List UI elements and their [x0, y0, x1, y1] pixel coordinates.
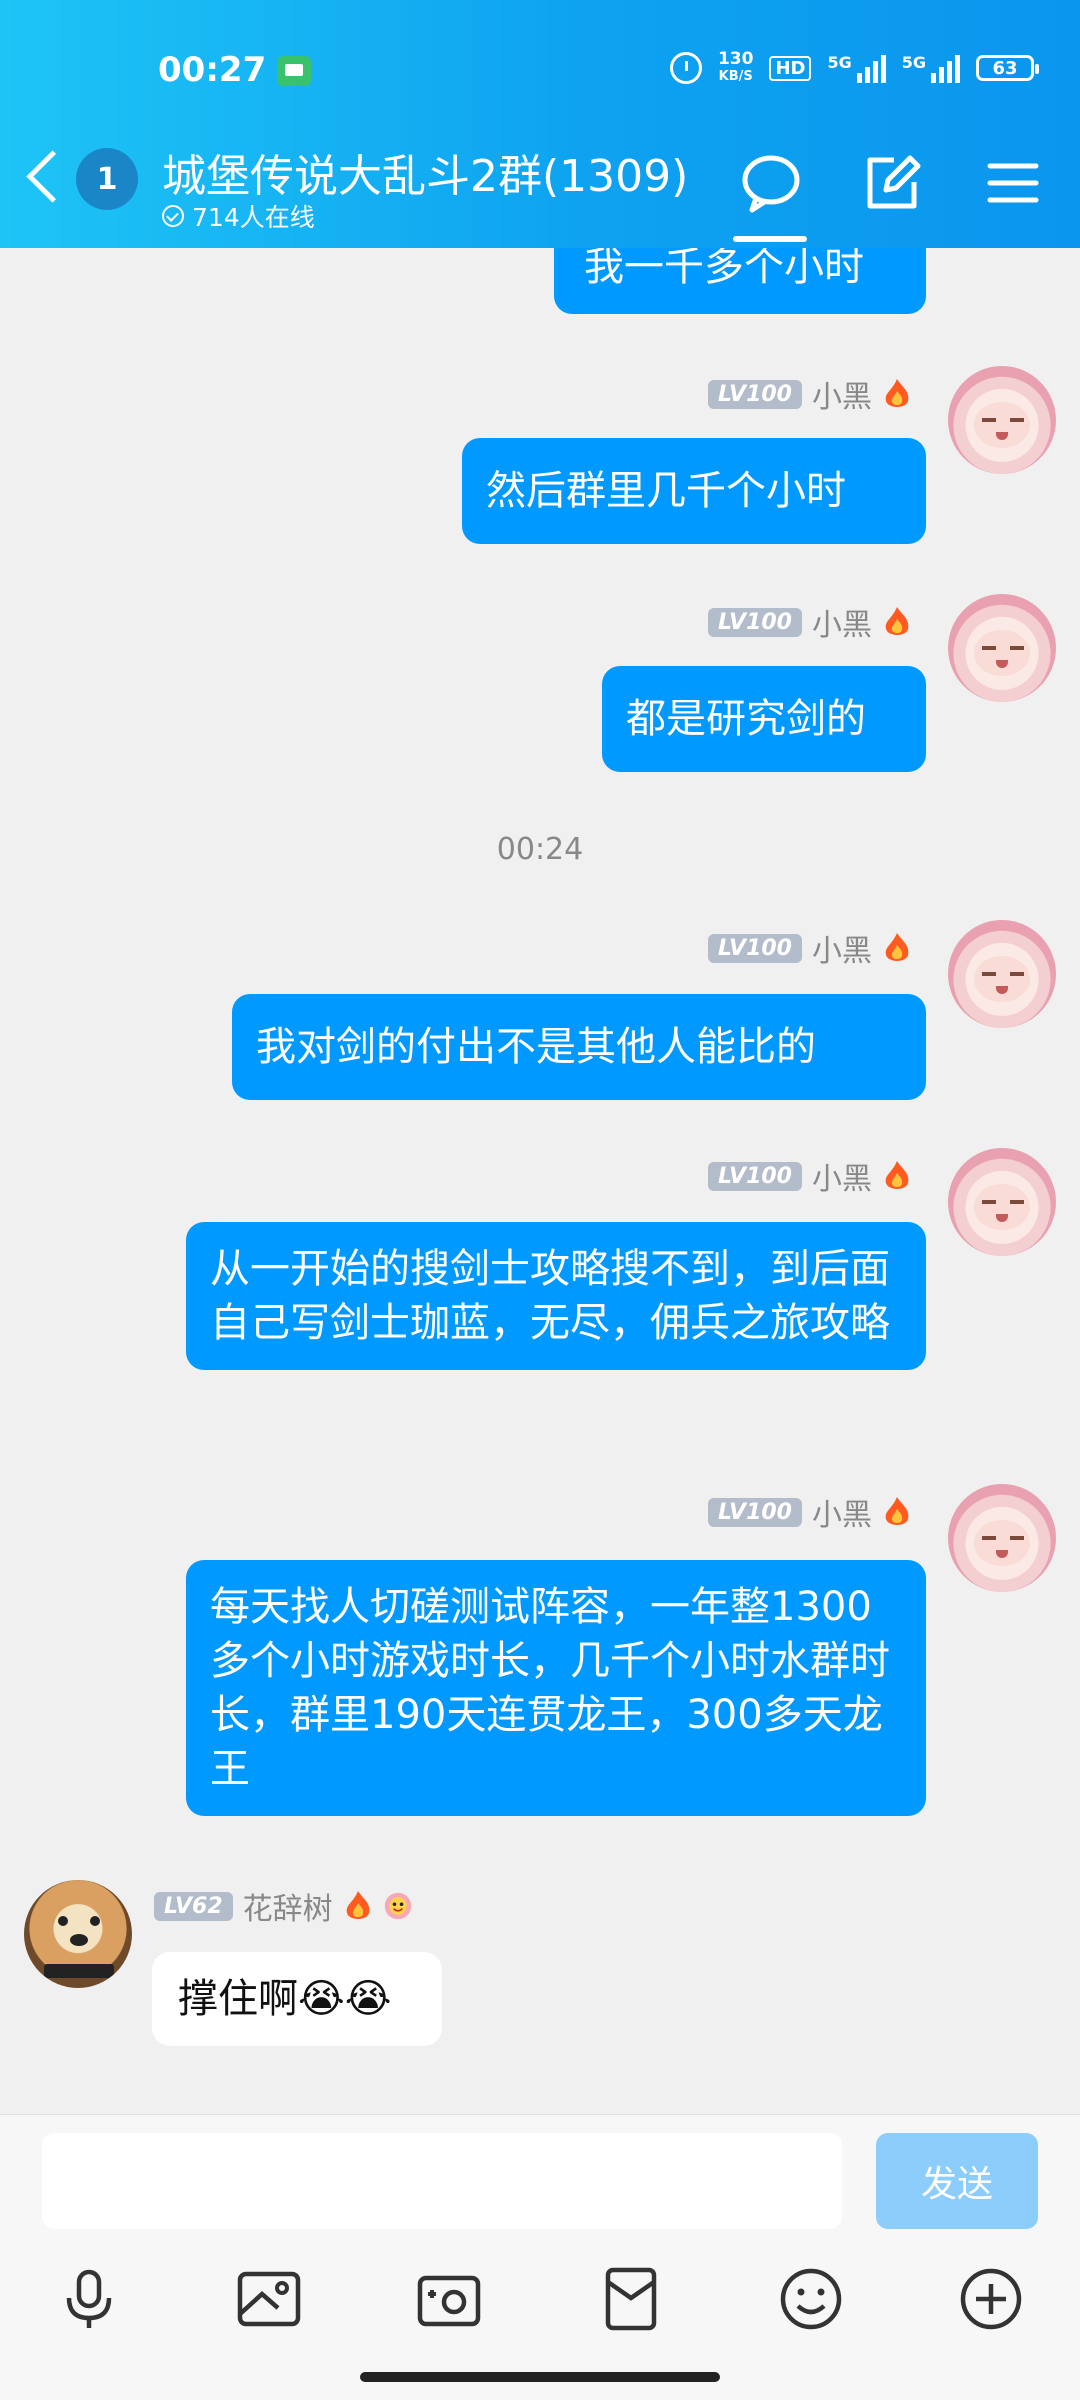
- level-badge: LV62: [154, 1891, 233, 1921]
- message-text: 从一开始的搜剑士攻略搜不到，到后面自己写剑士珈蓝，无尽，佣兵之旅攻略: [210, 1246, 890, 1346]
- message-bubble[interactable]: 从一开始的搜剑士攻略搜不到，到后面自己写剑士珈蓝，无尽，佣兵之旅攻略: [186, 1222, 926, 1370]
- hd-icon: HD: [769, 55, 812, 81]
- online-text: 714人在线: [192, 203, 315, 232]
- message-bubble[interactable]: 我一千多个小时: [554, 248, 926, 314]
- menu-icon[interactable]: [978, 148, 1048, 218]
- online-check-icon: [162, 205, 184, 227]
- signal-icon-1: 5G: [827, 53, 886, 83]
- fire-icon: [885, 1161, 909, 1189]
- message-timestamp: 00:24: [496, 832, 584, 867]
- sender-row: LV100 小黑: [708, 600, 912, 644]
- image-icon[interactable]: [234, 2264, 304, 2334]
- message-bubble[interactable]: 每天找人切磋测试阵容，一年整1300多个小时游戏时长，几千个小时水群时长，群里1…: [186, 1560, 926, 1816]
- level-badge: LV100: [708, 607, 802, 637]
- sender-row: LV100 小黑: [708, 372, 912, 416]
- mic-icon[interactable]: [54, 2264, 124, 2334]
- chat-header: 00:27 130 KB/S HD 5G 5G 63 1 城堡传说大乱斗2群(1…: [0, 0, 1080, 248]
- fire-icon: [885, 607, 909, 635]
- net-speed: 130 KB/S: [718, 50, 754, 86]
- chat-icon[interactable]: [736, 148, 806, 218]
- signal-label: 5G: [901, 53, 926, 72]
- avatar[interactable]: [948, 366, 1056, 474]
- sender-name[interactable]: 花辞树: [243, 1884, 333, 1928]
- level-badge: LV100: [708, 1497, 802, 1527]
- alarm-icon: [669, 52, 702, 84]
- unread-badge[interactable]: 1: [76, 148, 138, 210]
- sender-name[interactable]: 小黑: [812, 1490, 872, 1534]
- status-time: 00:27: [158, 50, 267, 90]
- avatar[interactable]: [24, 1880, 132, 1988]
- signal-label: 5G: [827, 53, 852, 72]
- tab-indicator: [733, 236, 807, 242]
- net-speed-unit: KB/S: [718, 69, 753, 84]
- message-text: 都是研究剑的: [626, 696, 866, 742]
- level-badge: LV100: [708, 1161, 802, 1191]
- group-title[interactable]: 城堡传说大乱斗2群(1309): [162, 140, 688, 204]
- level-badge: LV100: [708, 379, 802, 409]
- avatar[interactable]: [948, 594, 1056, 702]
- message-text: 然后群里几千个小时: [486, 468, 846, 514]
- message-text: 撑住啊😭😭: [178, 1976, 392, 2022]
- message-text: 每天找人切磋测试阵容，一年整1300多个小时游戏时长，几千个小时水群时长，群里1…: [210, 1584, 890, 1792]
- camera-icon[interactable]: [414, 2264, 484, 2334]
- wechat-notification-icon: [277, 56, 311, 86]
- net-speed-value: 130: [717, 49, 754, 69]
- emoji-icon[interactable]: [776, 2264, 846, 2334]
- sender-row: LV62 花辞树: [154, 1884, 413, 1928]
- red-packet-icon[interactable]: [596, 2264, 666, 2334]
- sender-row: LV100 小黑: [708, 1490, 912, 1534]
- back-icon[interactable]: [26, 150, 79, 203]
- avatar[interactable]: [948, 1148, 1056, 1256]
- message-input[interactable]: [42, 2133, 842, 2229]
- sender-row: LV100 小黑: [708, 926, 912, 970]
- message-bubble[interactable]: 然后群里几千个小时: [462, 438, 926, 544]
- edit-icon[interactable]: [856, 148, 926, 218]
- plus-icon[interactable]: [956, 2264, 1026, 2334]
- emoji-badge-icon: [384, 1892, 411, 1920]
- message-text: 我一千多个小时: [584, 248, 864, 290]
- fire-icon: [885, 1497, 909, 1525]
- message-list[interactable]: 我一千多个小时 LV100 小黑 然后群里几千个小时 LV100 小黑 都是研究…: [0, 248, 1080, 2114]
- fire-icon: [885, 933, 909, 961]
- battery-icon: 63: [976, 55, 1039, 81]
- input-bar: 发送: [0, 2114, 1080, 2243]
- avatar[interactable]: [948, 1484, 1056, 1592]
- fire-icon: [885, 379, 909, 407]
- message-bubble[interactable]: 撑住啊😭😭: [152, 1952, 442, 2046]
- message-text: 我对剑的付出不是其他人能比的: [256, 1024, 816, 1070]
- home-indicator[interactable]: [360, 2372, 720, 2382]
- message-bubble[interactable]: 我对剑的付出不是其他人能比的: [232, 994, 926, 1100]
- sender-name[interactable]: 小黑: [812, 1154, 872, 1198]
- sender-name[interactable]: 小黑: [812, 926, 872, 970]
- level-badge: LV100: [708, 933, 802, 963]
- online-count: 714人在线: [162, 198, 315, 234]
- fire-icon: [346, 1891, 369, 1919]
- status-icons: 130 KB/S HD 5G 5G 63: [669, 50, 1039, 86]
- signal-icon-2: 5G: [902, 53, 960, 83]
- avatar[interactable]: [948, 920, 1056, 1028]
- sender-name[interactable]: 小黑: [812, 372, 872, 416]
- sender-row: LV100 小黑: [708, 1154, 912, 1198]
- send-button[interactable]: 发送: [876, 2133, 1038, 2229]
- message-bubble[interactable]: 都是研究剑的: [602, 666, 926, 772]
- sender-name[interactable]: 小黑: [812, 600, 872, 644]
- input-toolbar: [0, 2242, 1080, 2352]
